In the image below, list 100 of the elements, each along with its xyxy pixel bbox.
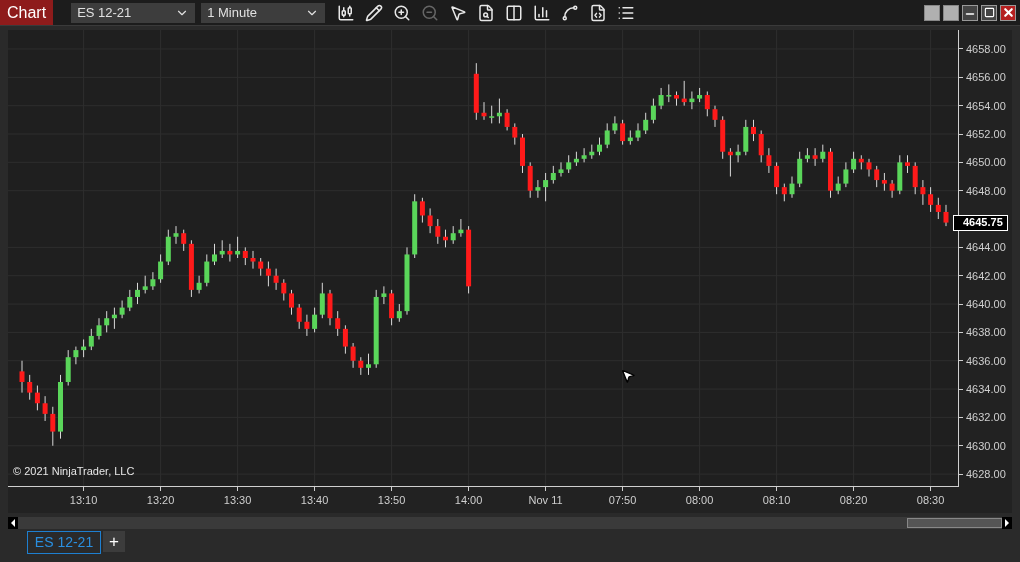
price-label: 4630.00 — [966, 438, 1006, 453]
time-label: 08:20 — [839, 494, 868, 507]
columns-icon[interactable] — [505, 3, 524, 22]
candlestick — [289, 289, 294, 316]
horizontal-scrollbar[interactable] — [8, 517, 1012, 529]
candlestick — [912, 161, 918, 195]
candlestick — [381, 285, 387, 305]
close-icon — [1001, 6, 1015, 19]
instrument-dropdown[interactable]: ES 12-21 — [71, 2, 196, 23]
candlestick — [296, 303, 302, 330]
chart-tab[interactable]: ES 12-21 — [27, 531, 101, 554]
candlestick — [73, 346, 79, 365]
candlestick — [766, 147, 772, 174]
mouse-cursor-icon — [620, 368, 636, 384]
price-label: 4640.00 — [966, 297, 1006, 312]
candlestick — [42, 395, 48, 422]
code-file-icon[interactable] — [589, 3, 608, 22]
interval-dropdown[interactable]: 1 Minute — [201, 2, 326, 23]
price-label: 4650.00 — [966, 155, 1006, 170]
candlestick — [650, 98, 656, 124]
minimize-button[interactable] — [962, 4, 978, 21]
candlestick — [119, 300, 125, 319]
line-chart-icon[interactable] — [561, 3, 580, 22]
candlestick — [543, 172, 549, 202]
time-label: Nov 11 — [528, 494, 563, 507]
document-search-icon[interactable] — [477, 3, 496, 22]
candlestick — [943, 204, 949, 227]
candlestick — [427, 207, 433, 234]
candlestick — [889, 179, 895, 199]
current-price-marker: 4645.75 — [953, 214, 1008, 231]
candlestick — [312, 307, 318, 333]
candlestick — [874, 165, 880, 188]
candlestick — [635, 122, 641, 142]
scroll-left-button[interactable] — [8, 517, 18, 529]
candlestick — [88, 328, 94, 351]
candlestick — [150, 271, 156, 291]
candlestick — [181, 229, 187, 252]
candlestick — [158, 253, 164, 284]
maximize-icon — [983, 7, 995, 18]
time-label: 13:50 — [377, 494, 406, 507]
candlestick — [504, 108, 510, 131]
candlestick — [173, 225, 179, 245]
time-label: 08:00 — [685, 494, 714, 507]
candlestick — [712, 105, 718, 128]
candlestick — [335, 310, 341, 337]
price-label: 4654.00 — [966, 98, 1006, 113]
close-button[interactable] — [1000, 4, 1016, 21]
add-tab-button[interactable]: + — [103, 531, 125, 552]
candlestick — [319, 282, 325, 319]
candlestick — [104, 310, 110, 333]
copyright-text: © 2021 NinjaTrader, LLC — [13, 463, 135, 479]
candlestick — [135, 282, 140, 305]
candlestick — [350, 342, 356, 369]
time-label: 14:00 — [454, 494, 483, 507]
maximize-button[interactable] — [981, 4, 997, 21]
zoom-in-icon[interactable] — [393, 3, 412, 22]
candlestick — [250, 250, 256, 270]
price-label: 4648.00 — [966, 183, 1006, 198]
candlestick — [212, 243, 217, 266]
scroll-thumb[interactable] — [907, 518, 1002, 528]
bar-chart-icon[interactable] — [533, 3, 552, 22]
candlestick — [304, 314, 310, 337]
candlestick — [435, 218, 441, 245]
candlestick — [658, 87, 664, 110]
candlestick — [774, 161, 780, 195]
candlestick — [581, 147, 587, 163]
price-label: 4642.00 — [966, 268, 1006, 283]
candlestick — [758, 129, 764, 163]
candlestick — [751, 119, 756, 142]
candlestick — [704, 91, 710, 117]
price-label: 4634.00 — [966, 382, 1006, 397]
candlestick — [96, 317, 102, 340]
price-label: 4628.00 — [966, 467, 1006, 482]
candlestick — [265, 261, 271, 287]
candlestick — [843, 161, 849, 188]
price-label: 4658.00 — [966, 42, 1006, 56]
candlestick — [612, 115, 618, 135]
pointer-icon[interactable] — [449, 3, 468, 22]
candlestick — [281, 278, 287, 302]
price-label: 4638.00 — [966, 325, 1006, 340]
time-label: 13:40 — [300, 494, 329, 507]
candlestick — [366, 353, 371, 376]
candlestick — [204, 253, 210, 287]
time-label: 08:30 — [916, 494, 945, 507]
window-button[interactable] — [924, 4, 940, 21]
candlestick — [273, 268, 279, 291]
candlestick-icon[interactable] — [337, 3, 356, 22]
candlestick — [512, 122, 518, 146]
pencil-icon[interactable] — [365, 3, 384, 22]
window-button[interactable] — [943, 4, 959, 21]
candlestick — [19, 360, 25, 394]
time-label: 07:50 — [608, 494, 637, 507]
candlestick — [419, 197, 425, 224]
candlestick — [920, 179, 926, 206]
scroll-right-button[interactable] — [1002, 517, 1012, 529]
price-label: 4652.00 — [966, 127, 1006, 141]
time-label: 13:10 — [69, 494, 98, 507]
candlestick — [34, 385, 40, 411]
candlestick — [27, 374, 33, 401]
candlestick — [935, 197, 941, 220]
